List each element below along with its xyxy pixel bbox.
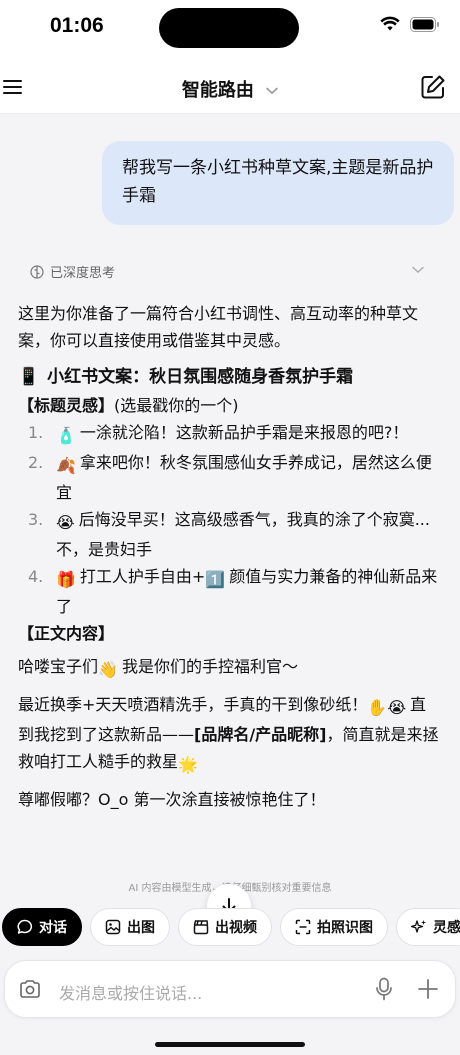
home-indicator	[155, 1042, 305, 1047]
image-icon	[105, 919, 121, 935]
list-text: 一涂就沦陷！这款新品护手霜是来报恩的吧?！	[79, 423, 409, 442]
chevron-down-icon	[266, 87, 278, 95]
list-text: 拿来吧你！秋冬氛围感仙女手养成记，居然这么便宜	[56, 453, 432, 502]
chip-label: 对话	[39, 920, 67, 936]
title-options: 1. 🧴 一涂就沦陷！这款新品护手霜是来报恩的吧?！ 2. 🍂 拿来吧你！秋冬氛围感…	[18, 419, 440, 620]
list-number: 2.	[28, 453, 44, 472]
list-text: 打工人护手自由+	[79, 567, 206, 586]
body-paragraph: 最近换季+天天喷酒精洗手，手真的干到像砂纸！✋😭 直到我挖到了这款新品——[品牌名…	[18, 691, 440, 778]
brain-icon	[30, 264, 44, 279]
title-section: 【标题灵感】(选最戳你的一个)	[18, 392, 440, 419]
chip-image[interactable]: 出图	[90, 908, 170, 946]
body-text: 我是你们的手控福利官～	[121, 657, 298, 676]
status-time: 01:06	[50, 14, 104, 37]
message-input[interactable]: 发消息或按住说话...	[59, 980, 202, 1004]
lotion-icon: 🧴	[56, 426, 76, 445]
thinking-label: 已深度思考	[50, 266, 116, 281]
chat-bubble-icon	[17, 919, 33, 934]
camera-icon[interactable]	[19, 979, 41, 999]
star-icon: 🌟	[178, 755, 198, 774]
new-chat-icon[interactable]	[420, 74, 446, 100]
battery-icon	[410, 16, 439, 32]
gift-icon: 🎁	[56, 570, 76, 589]
dynamic-island	[159, 8, 299, 48]
sparkle-icon	[411, 920, 426, 933]
chip-video[interactable]: 出视频	[178, 908, 272, 946]
brand-placeholder: [品牌名/产品昵称]	[194, 725, 327, 744]
mode-chips: 对话 出图 出视频 拍照识图 灵感	[0, 908, 460, 950]
user-message[interactable]: 帮我写一条小红书种草文案,主题是新品护手霜	[102, 141, 454, 225]
title-section-label: 【标题灵感】	[18, 396, 115, 415]
chip-inspiration[interactable]: 灵感	[396, 908, 460, 946]
body-paragraph: 尊嘟假嘟？O_o 第一次涂直接被惊艳住了！	[18, 790, 326, 809]
list-number: 1.	[28, 423, 44, 442]
wifi-icon	[380, 16, 400, 31]
scan-icon	[295, 919, 311, 935]
microphone-icon[interactable]	[375, 977, 393, 1001]
chip-label: 出图	[127, 920, 155, 936]
page-title: 智能路由	[181, 80, 254, 101]
chip-label: 拍照识图	[317, 920, 373, 936]
list-item: 1. 🧴 一涂就沦陷！这款新品护手霜是来报恩的吧?！	[28, 419, 440, 449]
chat-area[interactable]: 帮我写一条小红书种草文案,主题是新品护手霜 已深度思考 这里为你准备了一篇符合小…	[0, 114, 460, 900]
chip-scan[interactable]: 拍照识图	[280, 908, 388, 946]
assistant-answer: 这里为你准备了一篇符合小红书调性、高互动率的种草文案，你可以直接使用或借鉴其中灵…	[18, 300, 440, 813]
message-input-bar[interactable]: 发消息或按住说话...	[4, 960, 456, 1018]
chip-label: 出视频	[215, 920, 257, 936]
chevron-down-icon[interactable]	[412, 266, 424, 274]
chip-chat[interactable]: 对话	[2, 908, 82, 946]
phone-icon: 📱	[18, 367, 40, 387]
status-bar: 01:06	[0, 0, 460, 58]
body-text: 最近换季+天天喷酒精洗手，手真的干到像砂纸！	[18, 695, 368, 714]
answer-heading-text: 小红书文案：秋日氛围感随身香氛护手霜	[47, 367, 354, 387]
keycap-one-icon: 1️⃣	[205, 570, 226, 589]
body-section-label: 【正文内容】	[18, 624, 115, 643]
body-text: 哈喽宝子们	[18, 657, 99, 676]
raised-hand-crying-icon: ✋😭	[367, 698, 407, 717]
leaf-icon: 🍂	[56, 456, 76, 475]
plus-icon[interactable]	[417, 978, 439, 1000]
list-text: 后悔没早买！这高级感香气，我真的涂了个寂寞...不，是贵妇手	[56, 510, 430, 559]
thinking-toggle[interactable]: 已深度思考	[30, 262, 115, 281]
clapperboard-icon	[193, 920, 209, 935]
body-paragraph: 哈喽宝子们👋 我是你们的手控福利官～	[18, 653, 440, 683]
chip-label: 灵感	[433, 920, 460, 936]
waving-hand-icon: 👋	[98, 660, 118, 679]
list-item: 4. 🎁 打工人护手自由+1️⃣ 颜值与实力兼备的神仙新品来了	[28, 563, 440, 620]
model-selector[interactable]: 智能路由	[0, 76, 460, 102]
status-icons	[380, 16, 440, 32]
list-item: 3. 😭 后悔没早买！这高级感香气，我真的涂了个寂寞...不，是贵妇手	[28, 506, 440, 563]
list-number: 4.	[28, 567, 44, 586]
list-number: 3.	[28, 510, 44, 529]
list-item: 2. 🍂 拿来吧你！秋冬氛围感仙女手养成记，居然这么便宜	[28, 449, 440, 506]
title-section-hint: (选最戳你的一个)	[114, 396, 239, 415]
top-header: 智能路由	[0, 58, 460, 114]
answer-heading: 📱 小红书文案：秋日氛围感随身香氛护手霜	[18, 362, 440, 392]
answer-intro: 这里为你准备了一篇符合小红书调性、高互动率的种草文案，你可以直接使用或借鉴其中灵…	[18, 304, 419, 350]
crying-face-icon: 😭	[56, 513, 75, 532]
